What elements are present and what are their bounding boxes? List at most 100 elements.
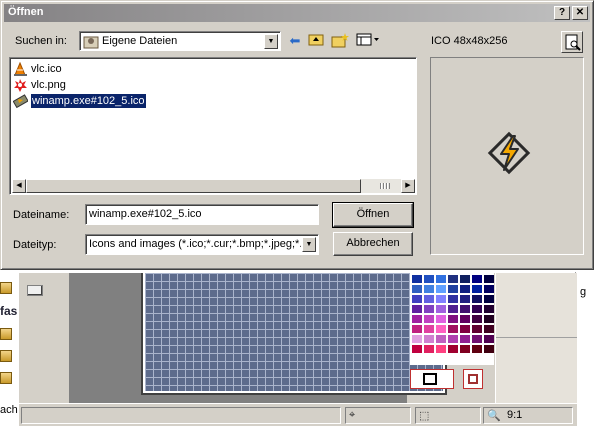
palette-swatch[interactable] [484, 285, 494, 293]
palette-swatch[interactable] [472, 295, 482, 303]
file-type-dropdown[interactable]: Icons and images (*.ico;*.cur;*.bmp;*.jp… [85, 234, 319, 255]
palette-swatch[interactable] [448, 305, 458, 313]
palette-swatch[interactable] [448, 315, 458, 323]
chevron-down-icon[interactable]: ▼ [264, 34, 278, 49]
palette-swatch[interactable] [484, 325, 494, 333]
palette-swatch[interactable] [472, 275, 482, 283]
file-name-label: Dateiname: [13, 209, 70, 221]
palette-swatch[interactable] [448, 335, 458, 343]
chevron-down-icon[interactable]: ▼ [302, 237, 316, 252]
palette-swatch[interactable] [460, 305, 470, 313]
palette-swatch[interactable] [448, 345, 458, 353]
secondary-color-preview[interactable] [463, 369, 483, 389]
palette-swatch[interactable] [484, 315, 494, 323]
help-button[interactable]: ? [554, 6, 570, 20]
palette-swatch[interactable] [472, 315, 482, 323]
palette-swatch[interactable] [484, 345, 494, 353]
cancel-button[interactable]: Abbrechen [333, 232, 413, 256]
palette-swatch[interactable] [460, 275, 470, 283]
back-arrow-icon[interactable]: ⬅ [286, 32, 304, 50]
palette-swatch[interactable] [484, 275, 494, 283]
palette-swatch[interactable] [460, 345, 470, 353]
status-bar: ⌖ ⬚ 🔍 9:1 [19, 403, 577, 426]
palette-swatch[interactable] [484, 305, 494, 313]
palette-swatch[interactable] [460, 295, 470, 303]
up-folder-icon[interactable] [307, 32, 325, 50]
side-panel-divider [496, 337, 577, 338]
file-item-vlc-ico[interactable]: vlc.ico [13, 61, 62, 77]
primary-color-swatch [423, 373, 437, 385]
secondary-color-swatch [468, 374, 478, 384]
palette-swatch[interactable] [424, 285, 434, 293]
background-left-bottom-text: ach [0, 404, 18, 416]
palette-swatch[interactable] [424, 305, 434, 313]
palette-swatch[interactable] [436, 275, 446, 283]
primary-color-preview[interactable] [410, 369, 454, 389]
palette-swatch[interactable] [412, 305, 422, 313]
pixel-grid-canvas[interactable] [145, 273, 443, 391]
look-in-dropdown[interactable]: Eigene Dateien ▼ [79, 31, 281, 51]
palette-swatch[interactable] [460, 285, 470, 293]
palette-swatch[interactable] [472, 345, 482, 353]
horizontal-scrollbar[interactable]: ◀ ▶ [12, 179, 415, 193]
file-item-vlc-png[interactable]: vlc.png [13, 77, 66, 93]
palette-swatch[interactable] [424, 315, 434, 323]
palette-swatch[interactable] [448, 295, 458, 303]
palette-swatch[interactable] [460, 315, 470, 323]
clipboard-icon[interactable] [0, 328, 12, 340]
palette-swatch[interactable] [412, 335, 422, 343]
scroll-right-arrow-icon[interactable]: ▶ [401, 179, 415, 193]
palette-swatch[interactable] [436, 345, 446, 353]
palette-swatch[interactable] [472, 335, 482, 343]
file-name: vlc.png [31, 79, 66, 91]
palette-swatch[interactable] [436, 325, 446, 333]
palette-swatch[interactable] [436, 335, 446, 343]
view-menu-icon[interactable] [355, 32, 381, 50]
preview-toggle-button[interactable] [561, 31, 583, 53]
palette-swatch[interactable] [484, 335, 494, 343]
palette-swatch[interactable] [484, 295, 494, 303]
scroll-left-arrow-icon[interactable]: ◀ [12, 179, 26, 193]
winamp-preview-icon [487, 131, 531, 175]
scroll-thumb[interactable] [26, 179, 361, 193]
dialog-titlebar[interactable]: Öffnen ? ✕ [4, 4, 590, 22]
palette-swatch[interactable] [412, 275, 422, 283]
palette-swatch[interactable] [460, 325, 470, 333]
file-type-value: Icons and images (*.ico;*.cur;*.bmp;*.jp… [89, 238, 301, 250]
palette-swatch[interactable] [424, 335, 434, 343]
palette-swatch[interactable] [412, 285, 422, 293]
palette-swatch[interactable] [424, 275, 434, 283]
new-folder-icon[interactable] [331, 32, 349, 50]
file-item-winamp-ico[interactable]: winamp.exe#102_5.ico [13, 93, 146, 109]
palette-swatch[interactable] [436, 305, 446, 313]
clipboard-icon[interactable] [0, 282, 12, 294]
palette-swatch[interactable] [448, 275, 458, 283]
open-button[interactable]: Öffnen [332, 202, 414, 228]
palette-swatch[interactable] [436, 295, 446, 303]
palette-swatch[interactable] [472, 285, 482, 293]
palette-swatch[interactable] [472, 325, 482, 333]
close-button[interactable]: ✕ [572, 6, 588, 20]
file-name-field[interactable]: winamp.exe#102_5.ico [85, 204, 319, 225]
palette-swatch[interactable] [424, 295, 434, 303]
palette-swatch[interactable] [448, 325, 458, 333]
palette-swatch[interactable] [412, 345, 422, 353]
palette-swatch[interactable] [412, 325, 422, 333]
icon-editor-window: ⌖ ⬚ 🔍 9:1 [18, 272, 577, 426]
palette-swatch[interactable] [436, 285, 446, 293]
background-left-text: fas [0, 304, 18, 318]
palette-swatch[interactable] [436, 315, 446, 323]
palette-swatch[interactable] [424, 345, 434, 353]
clipboard-icon[interactable] [0, 350, 12, 362]
palette-swatch[interactable] [412, 315, 422, 323]
palette-swatch[interactable] [460, 335, 470, 343]
tool-button[interactable] [27, 285, 43, 296]
palette-swatch[interactable] [472, 305, 482, 313]
color-palette[interactable] [410, 273, 494, 365]
file-list[interactable]: vlc.ico vlc.png winamp.exe#102_5.ico ◀ ▶ [9, 57, 417, 195]
background-right-text: g [580, 286, 587, 298]
clipboard-icon[interactable] [0, 372, 12, 384]
palette-swatch[interactable] [448, 285, 458, 293]
palette-swatch[interactable] [424, 325, 434, 333]
palette-swatch[interactable] [412, 295, 422, 303]
